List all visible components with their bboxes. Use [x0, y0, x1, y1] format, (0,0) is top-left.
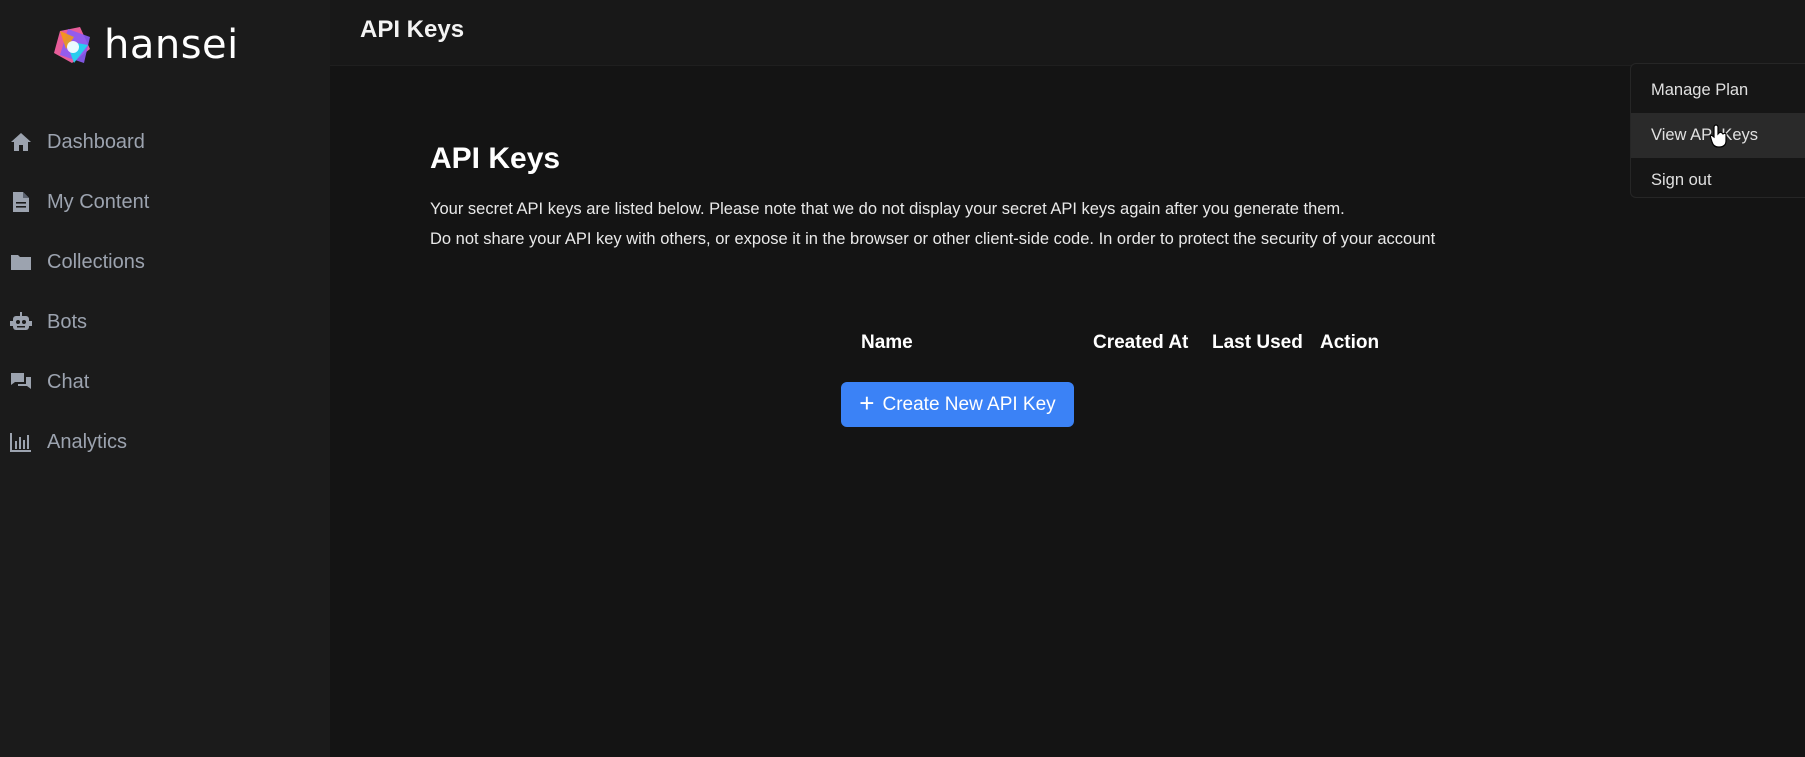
- menu-item-manage-plan[interactable]: Manage Plan: [1631, 68, 1805, 113]
- robot-icon: [10, 311, 32, 333]
- menu-item-label: View API Keys: [1651, 126, 1759, 144]
- plus-icon: +: [859, 388, 875, 418]
- main-content: API Keys Your secret API keys are listed…: [330, 66, 1805, 757]
- app-logo[interactable]: hansei: [50, 20, 239, 70]
- top-bar: API Keys: [330, 0, 1805, 66]
- description: Your secret API keys are listed below. P…: [430, 194, 1435, 254]
- file-icon: [10, 191, 32, 213]
- hansei-logo-icon: [54, 27, 90, 63]
- page-title: API Keys: [360, 16, 465, 43]
- sidebar-item-my-content[interactable]: My Content: [0, 172, 330, 232]
- sidebar-item-label: Dashboard: [47, 130, 145, 153]
- column-header-action: Action: [1320, 332, 1380, 353]
- create-button-label: Create New API Key: [882, 393, 1056, 415]
- sidebar-item-label: Chat: [47, 370, 90, 393]
- sidebar-item-label: Collections: [47, 250, 145, 273]
- sidebar: hansei Dashboard My Content Collections …: [0, 0, 330, 757]
- menu-item-label: Sign out: [1651, 171, 1712, 189]
- chat-icon: [10, 371, 32, 393]
- sidebar-nav: Dashboard My Content Collections Bots Ch…: [0, 112, 330, 472]
- sidebar-item-collections[interactable]: Collections: [0, 232, 330, 292]
- sidebar-item-label: Analytics: [47, 430, 128, 453]
- column-header-last-used: Last Used: [1212, 332, 1303, 353]
- description-line-1: Your secret API keys are listed below. P…: [430, 200, 1345, 218]
- sidebar-item-label: My Content: [47, 190, 150, 213]
- hand-cursor-icon: [1710, 124, 1727, 148]
- sidebar-item-bots[interactable]: Bots: [0, 292, 330, 352]
- folder-icon: [10, 251, 32, 273]
- sidebar-item-dashboard[interactable]: Dashboard: [0, 112, 330, 172]
- app-name: hansei: [104, 22, 239, 68]
- column-header-created-at: Created At: [1093, 332, 1189, 353]
- description-line-2: Do not share your API key with others, o…: [430, 230, 1436, 248]
- sidebar-item-analytics[interactable]: Analytics: [0, 412, 330, 472]
- sidebar-item-label: Bots: [47, 310, 88, 333]
- bar-chart-icon: [10, 431, 32, 453]
- menu-item-label: Manage Plan: [1651, 81, 1749, 99]
- column-header-name: Name: [861, 332, 913, 353]
- create-new-api-key-button[interactable]: + Create New API Key: [841, 382, 1074, 427]
- menu-item-sign-out[interactable]: Sign out: [1631, 158, 1805, 203]
- home-icon: [10, 131, 32, 153]
- section-heading: API Keys: [430, 142, 561, 175]
- sidebar-item-chat[interactable]: Chat: [0, 352, 330, 412]
- api-keys-table-header: Name Created At Last Used Action: [861, 328, 1390, 358]
